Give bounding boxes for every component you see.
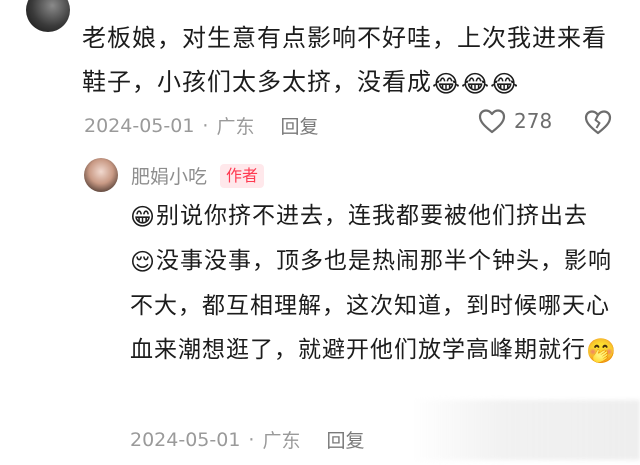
author-badge: 作者 xyxy=(220,164,265,188)
comment-meta: 2024-05-01 · 广东 回复 xyxy=(84,112,319,139)
reply-meta: 2024-05-01 · 广东 回复 xyxy=(130,426,365,453)
reply-date: 2024-05-01 xyxy=(130,428,241,451)
reply-author-name[interactable]: 肥娟小吃 xyxy=(131,162,207,189)
comment-body: 老板娘，对生意有点影响不好哇，上次我进来看鞋子，小孩们太多太挤，没看成😂😂😂 xyxy=(82,16,627,106)
reply-author-avatar[interactable] xyxy=(84,158,118,192)
broken-heart-icon xyxy=(584,110,612,135)
reply-line-1: 别说你挤不进去，连我都要被他们挤出去 xyxy=(156,203,589,229)
like-button[interactable]: 278 xyxy=(478,108,552,134)
reply-reply-button[interactable]: 回复 xyxy=(326,426,364,453)
commenter-avatar[interactable] xyxy=(26,0,70,32)
reply-location: 广东 xyxy=(262,430,301,452)
reply-body: 😁别说你挤不进去，连我都要被他们挤出去 😌没事没事，顶多也是热闹那半个钟头，影响… xyxy=(130,194,620,373)
comment-reply-button[interactable]: 回复 xyxy=(280,112,318,139)
laughing-crying-emoji: 😂😂😂 xyxy=(432,70,520,98)
watermark-overlay xyxy=(410,400,640,460)
relieved-emoji: 😌 xyxy=(130,248,157,276)
like-count: 278 xyxy=(514,109,553,133)
dislike-button[interactable] xyxy=(584,109,612,139)
heart-icon xyxy=(478,109,506,134)
hand-over-mouth-emoji: 🤭 xyxy=(586,337,617,365)
comment-date: 2024-05-01 xyxy=(84,114,195,137)
grin-emoji: 😁 xyxy=(130,203,157,231)
reply-line-2: 没事没事，顶多也是热闹那半个钟头，影响不大，都互相理解，这次知道，到时候哪天心血… xyxy=(130,248,613,363)
comment-text: 老板娘，对生意有点影响不好哇，上次我进来看鞋子，小孩们太多太挤，没看成 xyxy=(82,24,607,96)
comment-location: 广东 xyxy=(216,116,255,138)
